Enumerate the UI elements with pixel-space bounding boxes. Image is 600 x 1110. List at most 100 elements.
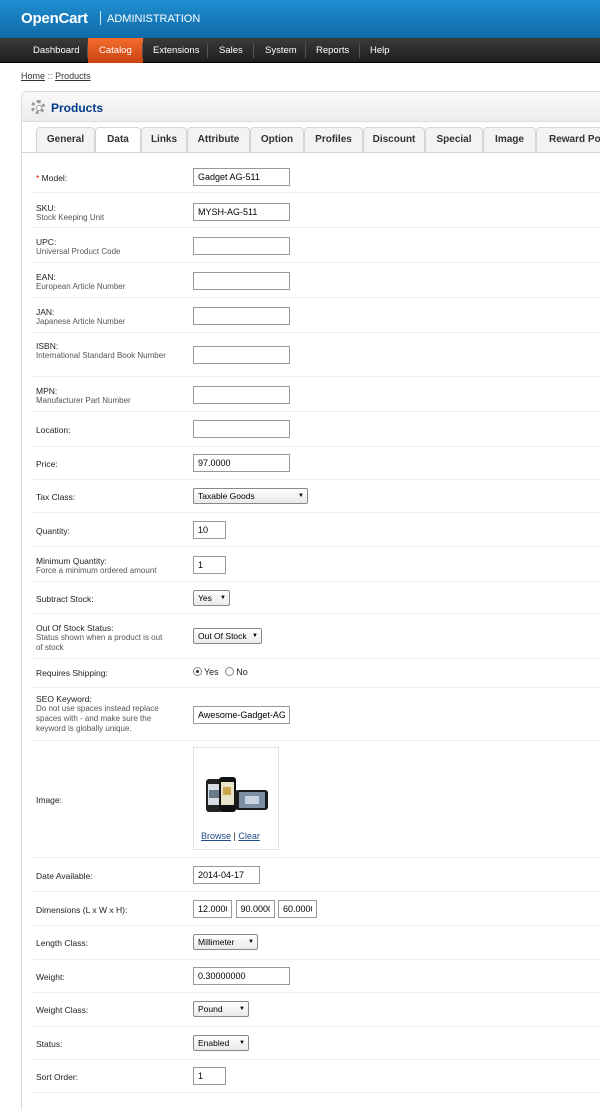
date-available-input[interactable] — [193, 866, 260, 884]
row-location: Location: — [33, 412, 600, 447]
isbn-input[interactable] — [193, 346, 290, 364]
mpn-input[interactable] — [193, 386, 290, 404]
shipping-radio-group: Yes No — [193, 666, 252, 677]
status-label: Status: — [36, 1039, 63, 1049]
ean-help: European Article Number — [36, 282, 126, 291]
row-requires-shipping: Requires Shipping: Yes No — [33, 659, 600, 688]
seo-keyword-input[interactable] — [193, 706, 290, 724]
upc-input[interactable] — [193, 237, 290, 255]
ean-label: EAN: — [36, 272, 56, 282]
status-select[interactable]: Enabled — [193, 1035, 249, 1051]
browse-link[interactable]: Browse — [201, 831, 231, 841]
breadcrumb-products[interactable]: Products — [55, 71, 91, 81]
minimum-help: Force a minimum ordered amount — [36, 566, 157, 575]
location-input[interactable] — [193, 420, 290, 438]
row-upc: UPC: Universal Product Code — [33, 228, 600, 263]
clear-link[interactable]: Clear — [238, 831, 260, 841]
tab-image[interactable]: Image — [483, 127, 536, 152]
row-price: Price: — [33, 447, 600, 480]
menu-help[interactable]: Help — [359, 38, 401, 63]
date-available-label: Date Available: — [36, 871, 93, 881]
product-image-box: Browse | Clear — [193, 747, 279, 850]
row-minimum-quantity: Minimum Quantity: Force a minimum ordered… — [33, 547, 600, 582]
model-input[interactable] — [193, 168, 290, 186]
row-stock-status: Out Of Stock Status: Status shown when a … — [33, 614, 600, 659]
seo-label: SEO Keyword: — [36, 694, 92, 704]
ean-input[interactable] — [193, 272, 290, 290]
breadcrumb: Home :: Products — [21, 71, 91, 81]
tab-option[interactable]: Option — [250, 127, 304, 152]
tab-profiles[interactable]: Profiles — [304, 127, 363, 152]
shipping-no-radio[interactable] — [225, 667, 235, 677]
minimum-input[interactable] — [193, 556, 226, 574]
width-input[interactable] — [235, 900, 275, 918]
weight-label: Weight: — [36, 972, 65, 982]
brand-subtitle: ADMINISTRATION — [107, 13, 201, 25]
weight-class-select[interactable]: Pound — [193, 1001, 249, 1017]
jan-label: JAN: — [36, 307, 55, 317]
menu-system[interactable]: System — [254, 38, 308, 63]
row-weight-class: Weight Class: Pound — [33, 993, 600, 1027]
tax-class-select[interactable]: Taxable Goods — [193, 488, 308, 504]
shipping-no-label: No — [236, 666, 248, 677]
quantity-input[interactable] — [193, 521, 226, 539]
stock-status-select[interactable]: Out Of Stock — [193, 628, 262, 644]
row-status: Status: Enabled — [33, 1027, 600, 1060]
dimensions-label: Dimensions (L x W x H): — [36, 905, 128, 915]
length-input[interactable] — [193, 900, 232, 918]
sort-order-label: Sort Order: — [36, 1072, 79, 1082]
subtract-select[interactable]: Yes — [193, 590, 230, 606]
brand-divider — [100, 11, 101, 25]
length-class-select[interactable]: Millimeter — [193, 934, 258, 950]
weight-input[interactable] — [193, 967, 290, 985]
minimum-label: Minimum Quantity: — [36, 556, 107, 566]
row-mpn: MPN: Manufacturer Part Number — [33, 377, 600, 412]
tab-special[interactable]: Special — [425, 127, 483, 152]
tab-general[interactable]: General — [36, 127, 95, 152]
tab-links[interactable]: Links — [141, 127, 187, 152]
seo-help: Do not use spaces instead replace spaces… — [36, 704, 159, 733]
location-label: Location: — [36, 425, 71, 435]
menu-catalog[interactable]: Catalog — [88, 38, 143, 63]
shipping-yes-radio[interactable] — [193, 667, 202, 677]
menu-dashboard[interactable]: Dashboard — [22, 38, 90, 63]
price-input[interactable] — [193, 454, 290, 472]
jan-input[interactable] — [193, 307, 290, 325]
menu-reports[interactable]: Reports — [305, 38, 360, 63]
row-dimensions: Dimensions (L x W x H): — [33, 892, 600, 926]
row-quantity: Quantity: — [33, 513, 600, 547]
isbn-help: International Standard Book Number — [36, 351, 166, 360]
row-length-class: Length Class: Millimeter — [33, 926, 600, 960]
sku-label: SKU: — [36, 203, 56, 213]
image-links: Browse | Clear — [201, 831, 260, 841]
height-input[interactable] — [278, 900, 318, 918]
menu-sales[interactable]: Sales — [208, 38, 254, 63]
sort-order-input[interactable] — [193, 1067, 226, 1085]
shipping-yes-label: Yes — [204, 666, 219, 677]
row-jan: JAN: Japanese Article Number — [33, 298, 600, 333]
image-label: Image: — [36, 795, 62, 805]
row-model: * Model: — [33, 160, 600, 193]
tab-attribute[interactable]: Attribute — [187, 127, 250, 152]
row-tax-class: Tax Class: Taxable Goods — [33, 480, 600, 513]
tab-reward-points[interactable]: Reward Poi — [536, 127, 600, 152]
image-link-separator: | — [233, 831, 236, 841]
row-weight: Weight: — [33, 960, 600, 993]
row-image: Image: Browse | Clear — [33, 741, 600, 858]
stock-status-help: Status shown when a product is out of st… — [36, 633, 163, 652]
row-isbn: ISBN: International Standard Book Number — [33, 333, 600, 377]
sku-input[interactable] — [193, 203, 290, 221]
tab-divider — [21, 152, 600, 153]
isbn-label: ISBN: — [36, 341, 59, 351]
upc-label: UPC: — [36, 237, 57, 247]
row-sku: SKU: Stock Keeping Unit — [33, 193, 600, 228]
menu-extensions[interactable]: Extensions — [142, 38, 210, 63]
page-title: Products — [51, 101, 104, 115]
row-ean: EAN: European Article Number — [33, 263, 600, 298]
dimensions-inputs — [193, 900, 318, 918]
sku-help: Stock Keeping Unit — [36, 213, 105, 222]
tab-data[interactable]: Data — [95, 127, 141, 153]
tab-discount[interactable]: Discount — [363, 127, 425, 152]
breadcrumb-home[interactable]: Home — [21, 71, 45, 81]
brand-logo[interactable]: OpenCart — [21, 10, 88, 27]
